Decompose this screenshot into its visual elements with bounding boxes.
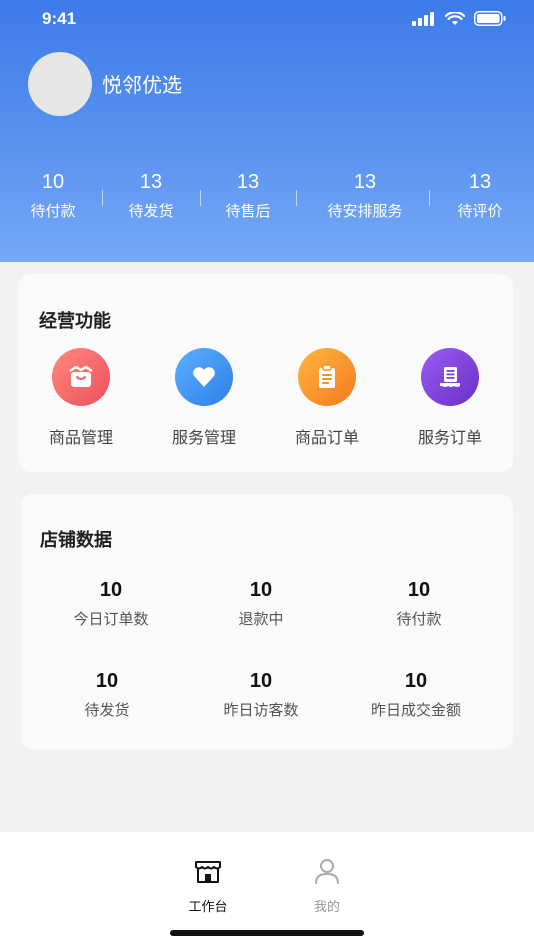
stat-label: 待付款 (30, 202, 76, 220)
data-item-pending-payment[interactable]: 10 待付款 (339, 577, 499, 629)
data-item-yesterday-gmv[interactable]: 10 昨日成交金额 (336, 668, 496, 720)
stat-label: 待评价 (457, 202, 503, 220)
data-label: 待付款 (396, 610, 442, 628)
data-item-pending-shipment[interactable]: 10 待发货 (27, 668, 187, 720)
header: 9:41 悦邻优选 10 待付款 13 待发货 13 待售后 13 待安排服务 … (0, 0, 534, 262)
status-time: 9:41 (42, 9, 77, 28)
stat-pending-shipment[interactable]: 13 待发货 (96, 168, 206, 222)
func-label: 商品订单 (294, 428, 359, 447)
status-icons (412, 11, 506, 26)
workbench-icon (195, 861, 221, 883)
stat-value: 13 (468, 171, 492, 193)
shopping-bag-icon (52, 348, 110, 406)
stat-pending-service[interactable]: 13 待安排服务 (310, 168, 420, 222)
data-value: 10 (249, 670, 273, 692)
user-icon (315, 859, 339, 884)
store-data-card: 店铺数据 10 今日订单数 10 退款中 10 待付款 10 待发货 10 昨日… (21, 494, 513, 749)
data-value: 10 (404, 670, 428, 692)
service-list-icon (421, 348, 479, 406)
func-label: 商品管理 (48, 428, 113, 447)
data-label: 昨日成交金额 (370, 701, 461, 719)
func-label: 服务管理 (171, 428, 236, 447)
stat-value: 13 (353, 171, 377, 193)
clipboard-icon (298, 348, 356, 406)
stat-label: 待安排服务 (327, 202, 403, 220)
data-value: 10 (95, 670, 119, 692)
business-functions-card: 经营功能 商品管理 服务管理 商品订单 服务订单 (19, 274, 513, 472)
order-stats: 10 待付款 13 待发货 13 待售后 13 待安排服务 13 待评价 (0, 168, 534, 228)
business-functions-title: 经营功能 (39, 311, 111, 332)
data-label: 昨日访客数 (223, 701, 299, 719)
data-item-today-orders[interactable]: 10 今日订单数 (31, 577, 191, 629)
shop-name: 悦邻优选 (102, 73, 182, 97)
product-orders-button[interactable]: 商品订单 (272, 348, 382, 448)
data-label: 待发货 (84, 701, 130, 719)
battery-icon (474, 11, 506, 26)
data-item-yesterday-visitors[interactable]: 10 昨日访客数 (181, 668, 341, 720)
data-item-refunding[interactable]: 10 退款中 (181, 577, 341, 629)
stat-value: 13 (236, 171, 260, 193)
stat-divider (296, 190, 297, 206)
data-value: 10 (249, 579, 273, 601)
home-indicator (170, 930, 364, 936)
wifi-icon (445, 11, 465, 25)
signal-icon (412, 11, 434, 26)
avatar[interactable] (28, 52, 92, 116)
stat-value: 13 (139, 171, 163, 193)
data-value: 10 (99, 579, 123, 601)
stat-pending-review[interactable]: 13 待评价 (425, 168, 534, 222)
stat-after-sales[interactable]: 13 待售后 (193, 168, 303, 222)
stat-label: 待发货 (128, 202, 174, 220)
tab-label: 工作台 (188, 900, 228, 915)
data-label: 今日订单数 (73, 610, 149, 628)
stat-label: 待售后 (225, 202, 271, 220)
data-value: 10 (407, 579, 431, 601)
tab-mine[interactable]: 我的 (287, 856, 367, 915)
product-management-button[interactable]: 商品管理 (26, 348, 136, 448)
status-bar: 9:41 (0, 0, 534, 38)
stat-value: 10 (41, 171, 65, 193)
data-label: 退款中 (238, 610, 284, 628)
tab-workbench[interactable]: 工作台 (168, 856, 248, 915)
tab-label: 我的 (313, 900, 340, 915)
heart-icon (175, 348, 233, 406)
service-management-button[interactable]: 服务管理 (149, 348, 259, 448)
func-label: 服务订单 (417, 428, 482, 447)
store-data-title: 店铺数据 (40, 530, 112, 551)
stat-pending-payment[interactable]: 10 待付款 (0, 168, 108, 222)
service-orders-button[interactable]: 服务订单 (395, 348, 505, 448)
